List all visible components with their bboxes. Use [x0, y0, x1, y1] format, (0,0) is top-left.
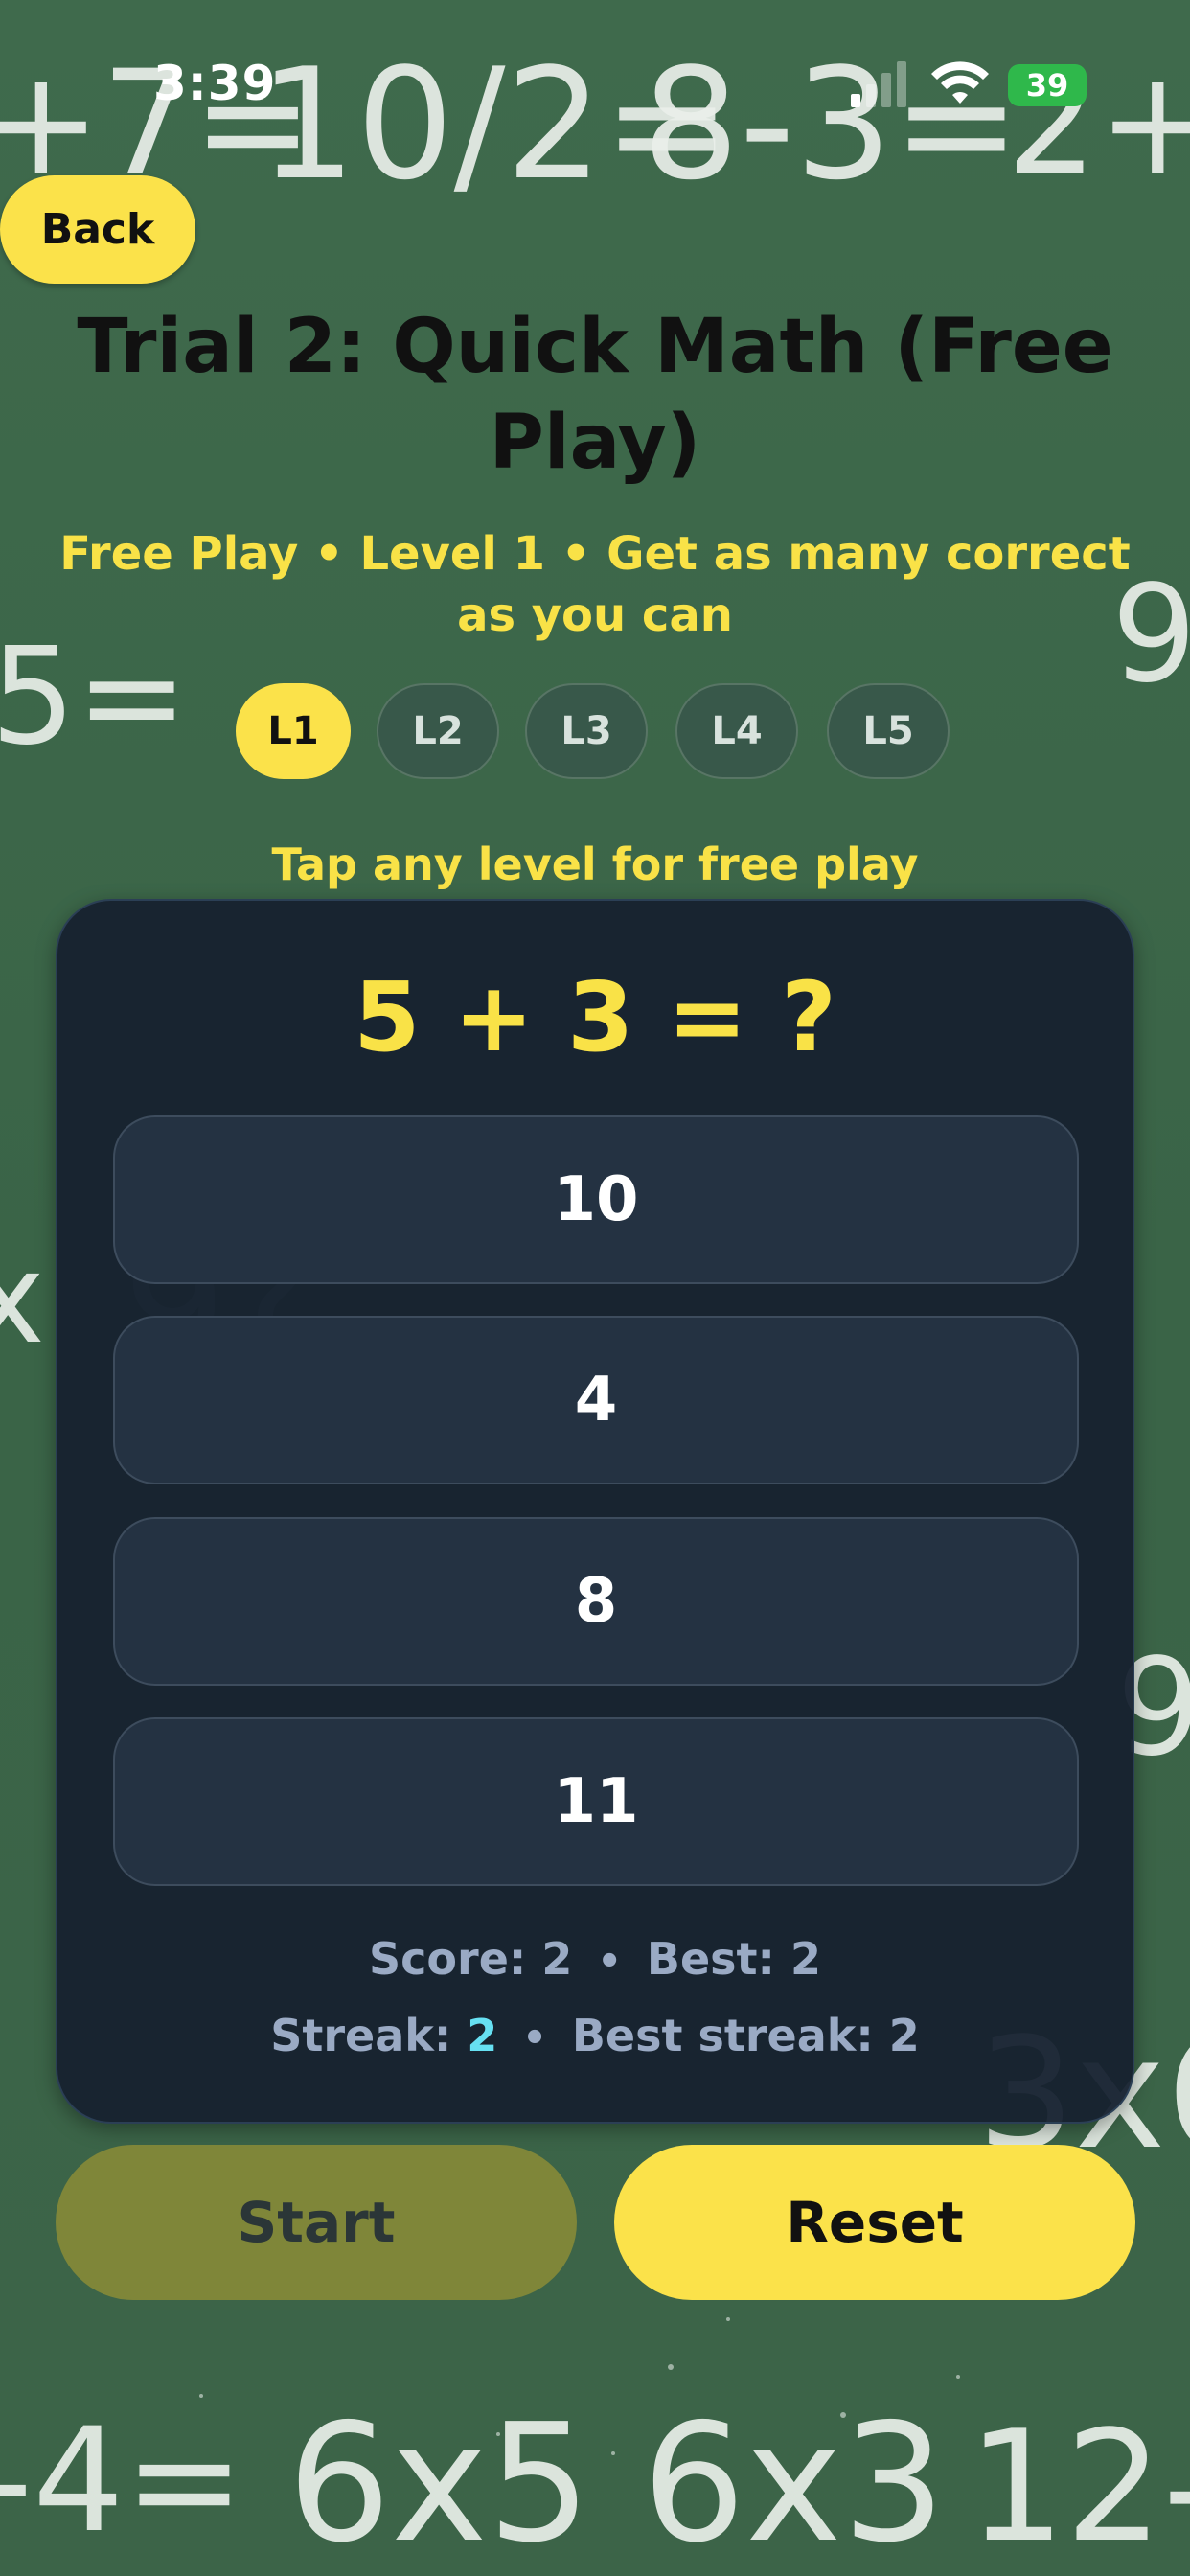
- status-time: 3:39: [153, 56, 277, 111]
- streak-stats: Streak: 2 • Best streak: 2: [57, 2007, 1133, 2067]
- page-title-line-1: Trial 2: Quick Math (Free: [77, 304, 1113, 390]
- chalk-text: x: [0, 1226, 45, 1371]
- page-title: Trial 2: Quick Math (Free Play): [57, 299, 1133, 491]
- separator-dot: •: [597, 1940, 622, 1984]
- battery-icon: 39: [1008, 64, 1087, 106]
- wifi-icon: [931, 61, 989, 104]
- level-button-l1[interactable]: L1: [236, 683, 351, 779]
- streak-label: Streak:: [270, 2010, 452, 2061]
- chalk-text: 12-: [968, 2397, 1190, 2576]
- level-button-l5[interactable]: L5: [827, 683, 950, 779]
- answer-option-2[interactable]: 4: [113, 1316, 1079, 1484]
- best-value: Best: 2: [646, 1933, 821, 1985]
- chalk-text: 6x3: [642, 2389, 946, 2576]
- best-streak-value: Best streak: 2: [571, 2010, 920, 2061]
- score-stats: Score: 2 • Best: 2: [57, 1930, 1133, 1990]
- level-button-l3[interactable]: L3: [525, 683, 648, 779]
- level-button-l4[interactable]: L4: [675, 683, 798, 779]
- answer-option-1[interactable]: 10: [113, 1116, 1079, 1284]
- answer-option-4[interactable]: 11: [113, 1717, 1079, 1886]
- back-button[interactable]: Back: [0, 175, 195, 284]
- level-hint: Tap any level for free play: [271, 839, 919, 890]
- score-value: Score: 2: [369, 1933, 573, 1985]
- quiz-card: 5 + 3 = ? 10 4 8 11 Score: 2 • Best: 2 Str…: [56, 899, 1134, 2124]
- start-button[interactable]: Start: [56, 2145, 577, 2300]
- mode-subtitle: Free Play • Level 1 • Get as many correc…: [57, 523, 1133, 646]
- mode-subtitle-line-2: as you can: [457, 588, 733, 642]
- chalk-text: 6x5: [287, 2389, 591, 2576]
- separator-dot: •: [522, 2016, 547, 2060]
- answer-option-3[interactable]: 8: [113, 1517, 1079, 1686]
- question-text: 5 + 3 = ?: [353, 961, 836, 1073]
- streak-value: 2: [467, 2010, 498, 2061]
- cellular-signal-icon: [851, 61, 906, 107]
- level-button-l2[interactable]: L2: [377, 683, 499, 779]
- mode-subtitle-line-1: Free Play • Level 1 • Get as many correc…: [59, 527, 1131, 581]
- chalk-text: -4=: [0, 2398, 244, 2564]
- page-title-line-2: Play): [489, 400, 701, 486]
- reset-button[interactable]: Reset: [614, 2145, 1135, 2300]
